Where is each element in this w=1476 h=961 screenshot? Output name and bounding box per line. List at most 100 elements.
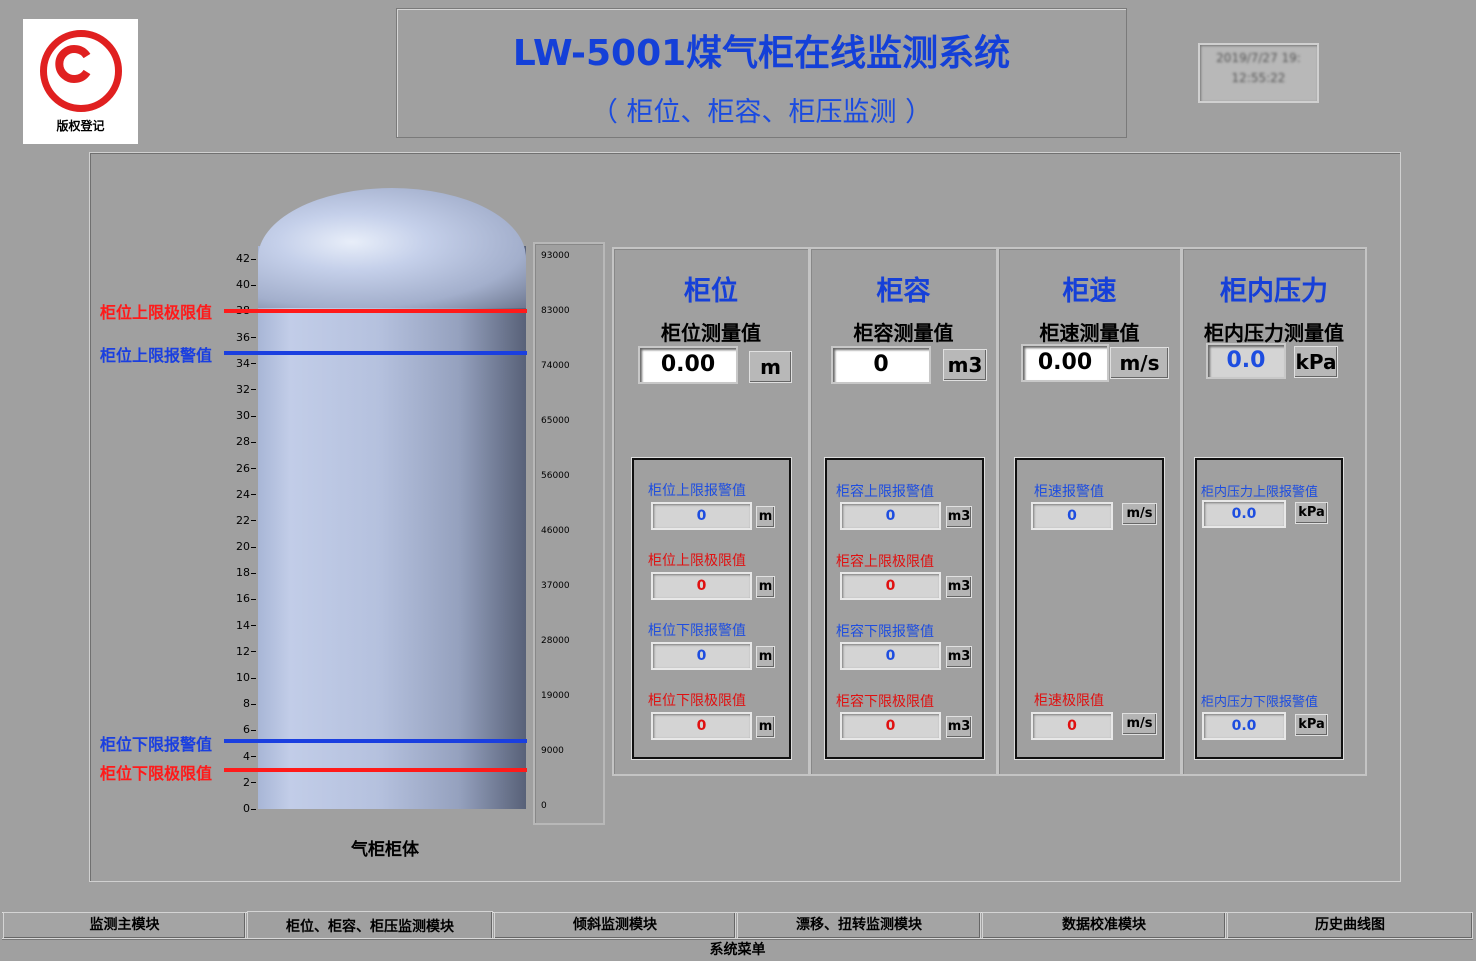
- speed-limit-input[interactable]: 0: [1031, 712, 1113, 740]
- tab-level-volume-pressure[interactable]: 柜位、柜容、柜压监测模块: [247, 911, 493, 940]
- level-scale-tick: 34: [222, 357, 256, 371]
- upper-alarm-label: 柜位上限报警值: [100, 346, 213, 365]
- volume-upper-alarm-label: 柜容上限报警值: [836, 484, 934, 500]
- level-scale-tick: 30: [222, 409, 256, 423]
- pressure-unit-1: kPa: [1295, 502, 1328, 524]
- upper-limit-line: [224, 309, 527, 313]
- level-unit-1: m: [756, 506, 775, 528]
- lower-alarm-label: 柜位下限报警值: [100, 735, 213, 754]
- level-lower-alarm-input[interactable]: 0: [651, 642, 752, 670]
- upper-alarm-line: [224, 351, 527, 355]
- level-scale-tick: 20: [222, 540, 256, 554]
- pressure-lower-alarm-input[interactable]: 0.0: [1202, 712, 1286, 740]
- speed-meas-label: 柜速测量值: [1039, 321, 1140, 345]
- volume-upper-limit-label: 柜容上限极限值: [836, 554, 934, 570]
- level-lower-alarm-label: 柜位下限报警值: [648, 623, 746, 639]
- volume-scale-tick: 65000: [541, 416, 570, 426]
- speed-alarm-label: 柜速报警值: [1034, 484, 1104, 500]
- level-upper-limit-input[interactable]: 0: [651, 572, 752, 600]
- level-upper-alarm-label: 柜位上限报警值: [648, 483, 746, 499]
- pressure-unit-2: kPa: [1295, 714, 1328, 736]
- volume-scale-tick: 9000: [541, 746, 564, 756]
- tab-tilt-monitor[interactable]: 倾斜监测模块: [494, 912, 736, 939]
- level-scale-tick: 12: [222, 645, 256, 659]
- level-scale-tick: 14: [222, 619, 256, 633]
- page-subtitle: （ 柜位、柜容、柜压监测 ）: [590, 97, 933, 128]
- lower-limit-line: [224, 768, 527, 772]
- volume-scale-tick: 83000: [541, 306, 570, 316]
- page-title: LW-5001煤气柜在线监测系统: [512, 33, 1011, 74]
- speed-value-display: 0.00: [1021, 344, 1109, 382]
- volume-value-display: 0: [831, 346, 931, 384]
- lower-alarm-line: [224, 739, 527, 743]
- speed-limit-label: 柜速极限值: [1034, 693, 1104, 709]
- volume-upper-limit-input[interactable]: 0: [840, 572, 941, 600]
- tab-data-calibration[interactable]: 数据校准模块: [982, 912, 1226, 939]
- datetime-display: 2019/7/27 19: 12:55:22: [1198, 43, 1319, 103]
- gas-tank-body: [258, 246, 526, 809]
- volume-scale-tick: 56000: [541, 471, 570, 481]
- level-scale-tick: 36: [222, 331, 256, 345]
- volume-lower-limit-label: 柜容下限极限值: [836, 694, 934, 710]
- level-scale-tick: 8: [222, 697, 256, 711]
- level-scale-tick: 2: [222, 776, 256, 790]
- volume-scale-tick: 74000: [541, 361, 570, 371]
- level-scale-tick: 22: [222, 514, 256, 528]
- volume-scale-tick: 28000: [541, 636, 570, 646]
- level-scale-tick: 0: [222, 802, 256, 816]
- volume-unit-4: m3: [946, 716, 972, 738]
- volume-scale-tick: 19000: [541, 691, 570, 701]
- speed-alarm-input[interactable]: 0: [1031, 502, 1113, 530]
- level-scale-tick: 18: [222, 566, 256, 580]
- level-scale-tick: 4: [222, 750, 256, 764]
- level-scale-tick: 32: [222, 383, 256, 397]
- date-text: 2019/7/27 19:: [1216, 51, 1301, 65]
- volume-unit-1: m3: [946, 506, 972, 528]
- level-upper-limit-label: 柜位上限极限值: [648, 553, 746, 569]
- copyright-c-glyph: [55, 45, 91, 83]
- speed-title: 柜速: [1062, 276, 1117, 307]
- level-unit-3: m: [756, 646, 775, 668]
- system-menu-button[interactable]: 系统菜单: [2, 938, 1473, 961]
- volume-upper-alarm-input[interactable]: 0: [840, 502, 941, 530]
- tab-history-curve[interactable]: 历史曲线图: [1227, 912, 1473, 939]
- tab-drift-torsion[interactable]: 漂移、扭转监测模块: [737, 912, 981, 939]
- level-meas-label: 柜位测量值: [661, 321, 761, 345]
- pressure-value-display: 0.0: [1206, 343, 1286, 379]
- level-unit-2: m: [756, 576, 775, 598]
- level-scale-tick: 10: [222, 671, 256, 685]
- time-text: 12:55:22: [1231, 71, 1286, 85]
- pressure-upper-alarm-label: 柜内压力上限报警值: [1201, 485, 1319, 500]
- level-scale-tick: 24: [222, 488, 256, 502]
- tab-main-monitor[interactable]: 监测主模块: [3, 912, 246, 939]
- level-unit-4: m: [756, 716, 775, 738]
- volume-title: 柜容: [876, 276, 931, 307]
- speed-unit-1: m/s: [1122, 503, 1157, 525]
- pressure-unit: kPa: [1294, 346, 1338, 378]
- volume-lower-limit-input[interactable]: 0: [840, 712, 941, 740]
- lower-limit-label: 柜位下限极限值: [100, 764, 213, 783]
- volume-lower-alarm-input[interactable]: 0: [840, 642, 941, 670]
- volume-scale-tick: 46000: [541, 526, 570, 536]
- level-scale-tick: 42: [222, 252, 256, 266]
- level-scale-tick: 16: [222, 592, 256, 606]
- volume-scale-tick: 0: [541, 801, 547, 811]
- level-lower-limit-input[interactable]: 0: [651, 712, 752, 740]
- speed-unit-2: m/s: [1122, 713, 1157, 735]
- pressure-upper-alarm-input[interactable]: 0.0: [1202, 500, 1286, 528]
- volume-unit: m3: [943, 349, 987, 381]
- level-scale-tick: 26: [222, 462, 256, 476]
- level-title: 柜位: [684, 276, 738, 307]
- pressure-meas-label: 柜内压力测量值: [1204, 321, 1344, 345]
- volume-scale-tick: 93000: [541, 251, 570, 261]
- volume-unit-2: m3: [946, 576, 972, 598]
- pressure-title: 柜内压力: [1220, 276, 1328, 307]
- volume-meas-label: 柜容测量值: [853, 321, 954, 345]
- level-scale-tick: 40: [222, 278, 256, 292]
- level-value-display: 0.00: [638, 346, 738, 384]
- level-lower-limit-label: 柜位下限极限值: [648, 693, 746, 709]
- level-upper-alarm-input[interactable]: 0: [651, 502, 752, 530]
- speed-unit: m/s: [1110, 347, 1169, 379]
- level-scale-tick: 6: [222, 723, 256, 737]
- volume-scale-tick: 37000: [541, 581, 570, 591]
